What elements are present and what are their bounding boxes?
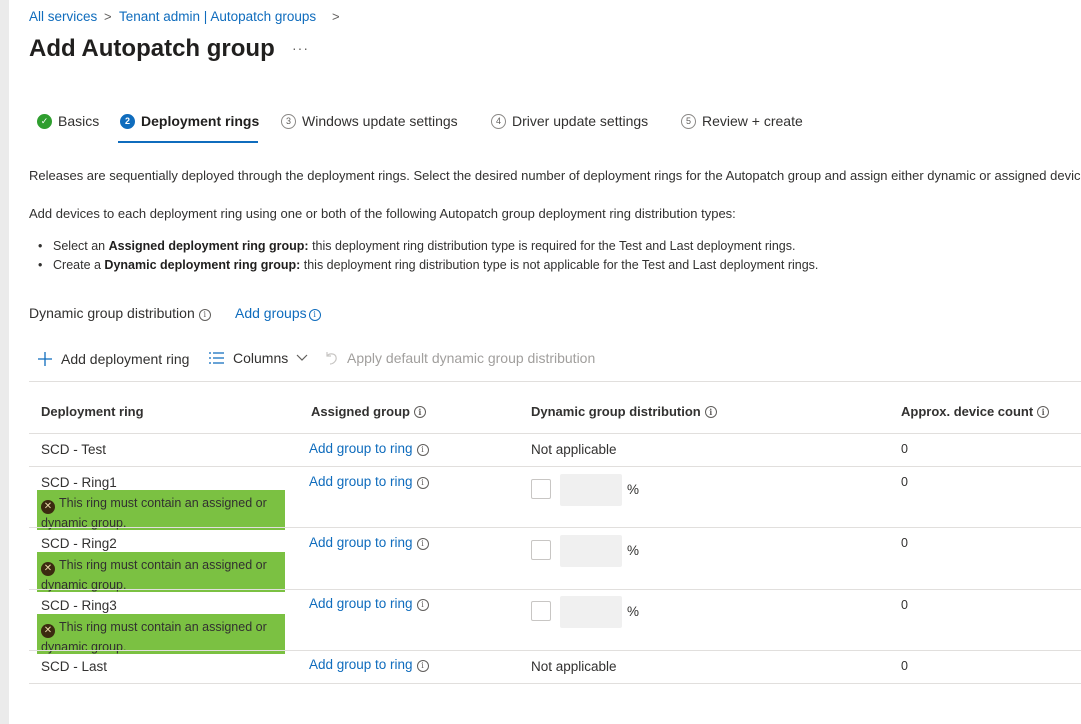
column-header-dynamic-distribution[interactable]: Dynamic group distribution i — [531, 404, 717, 419]
dynamic-distribution-checkbox[interactable] — [531, 601, 551, 621]
tab-basics[interactable]: ✓ Basics — [37, 113, 99, 129]
left-rail — [0, 0, 9, 724]
info-icon[interactable]: i — [416, 443, 429, 456]
add-deployment-ring-button[interactable]: Add deployment ring — [36, 350, 189, 368]
toolbar-divider — [29, 381, 1081, 382]
info-icon[interactable]: i — [308, 308, 321, 321]
page-title: Add Autopatch group — [29, 35, 275, 62]
breadcrumb-all-services[interactable]: All services — [29, 9, 97, 24]
device-count: 0 — [901, 475, 908, 489]
bullet-assigned: Select an Assigned deployment ring group… — [38, 239, 795, 253]
info-icon[interactable]: i — [416, 476, 429, 489]
distribution-percent-input[interactable] — [560, 596, 622, 628]
bullet-dynamic: Create a Dynamic deployment ring group: … — [38, 258, 818, 272]
dynamic-distribution-checkbox[interactable] — [531, 479, 551, 499]
add-group-to-ring-link[interactable]: Add group to ring i — [309, 441, 429, 456]
ring-error-message: ✕ This ring must contain an assigned or d… — [37, 552, 285, 592]
add-devices-text: Add devices to each deployment ring usin… — [29, 206, 736, 221]
distribution-percent-input[interactable] — [560, 535, 622, 567]
add-group-to-ring-link[interactable]: Add group to ring i — [309, 657, 429, 672]
tab-label: Basics — [58, 113, 100, 129]
info-icon[interactable]: i — [413, 406, 426, 418]
tab-label: Windows update settings — [302, 113, 458, 129]
tab-review-create[interactable]: 5 Review + create — [681, 113, 803, 129]
row-divider — [29, 589, 1081, 590]
add-groups-link[interactable]: Add groups i — [235, 305, 321, 321]
step-number-icon: 2 — [120, 113, 135, 129]
info-icon[interactable]: i — [416, 659, 429, 672]
tab-label: Deployment rings — [141, 113, 260, 129]
info-icon[interactable]: i — [704, 406, 717, 418]
step-number-icon: 3 — [281, 113, 296, 129]
ring-name: SCD - Ring2 — [41, 536, 117, 551]
device-count: 0 — [901, 598, 908, 612]
more-options-button[interactable]: ··· — [292, 40, 309, 56]
add-group-to-ring-link[interactable]: Add group to ring i — [309, 474, 429, 489]
chevron-down-icon — [296, 354, 308, 361]
ring-error-message: ✕ This ring must contain an assigned or d… — [37, 490, 285, 530]
step-number-icon: 5 — [681, 113, 696, 129]
check-icon: ✓ — [37, 113, 52, 129]
tab-label: Driver update settings — [512, 113, 649, 129]
column-header-device-count[interactable]: Approx. device count i — [901, 404, 1050, 419]
plus-icon — [38, 352, 52, 366]
device-count: 0 — [901, 659, 908, 673]
column-header-assigned-group[interactable]: Assigned group i — [311, 404, 426, 419]
breadcrumb-autopatch-groups[interactable]: Tenant admin | Autopatch groups — [119, 9, 316, 24]
column-header-deployment-ring[interactable]: Deployment ring — [41, 404, 144, 419]
device-count: 0 — [901, 536, 908, 550]
ring-name: SCD - Ring1 — [41, 475, 117, 490]
ring-name: SCD - Ring3 — [41, 598, 117, 613]
ring-name: SCD - Test — [41, 442, 107, 457]
tab-deployment-rings[interactable]: 2 Deployment rings — [120, 113, 259, 129]
info-icon[interactable]: i — [416, 598, 429, 611]
distribution-percent-input[interactable] — [560, 474, 622, 506]
tab-windows-update-settings[interactable]: 3 Windows update settings — [281, 113, 458, 129]
add-group-to-ring-link[interactable]: Add group to ring i — [309, 535, 429, 550]
header-divider — [29, 433, 1081, 434]
device-count: 0 — [901, 442, 908, 456]
dynamic-distribution-value: Not applicable — [531, 442, 617, 457]
breadcrumb-separator: > — [104, 9, 112, 24]
columns-icon — [209, 352, 224, 364]
info-icon[interactable]: i — [198, 308, 211, 321]
undo-icon — [326, 352, 337, 365]
percent-sign: % — [627, 482, 640, 497]
percent-sign: % — [627, 604, 640, 619]
row-divider — [29, 527, 1081, 528]
add-group-to-ring-link[interactable]: Add group to ring i — [309, 596, 429, 611]
step-number-icon: 4 — [491, 113, 506, 129]
row-divider — [29, 650, 1081, 651]
ring-error-message: ✕ This ring must contain an assigned or d… — [37, 614, 285, 654]
dynamic-group-distribution-label: Dynamic group distribution i — [29, 305, 211, 321]
error-icon: ✕ — [41, 500, 55, 514]
tab-label: Review + create — [702, 113, 803, 129]
intro-text: Releases are sequentially deployed throu… — [29, 168, 1081, 183]
percent-sign: % — [627, 543, 640, 558]
error-icon: ✕ — [41, 624, 55, 638]
breadcrumb-separator: > — [332, 9, 340, 24]
row-divider — [29, 683, 1081, 684]
ring-name: SCD - Last — [41, 659, 108, 674]
dynamic-distribution-value: Not applicable — [531, 659, 617, 674]
columns-button[interactable]: Columns — [208, 350, 308, 366]
dynamic-distribution-checkbox[interactable] — [531, 540, 551, 560]
info-icon[interactable]: i — [1037, 406, 1050, 418]
apply-default-distribution-button[interactable]: Apply default dynamic group distribution — [323, 350, 595, 366]
row-divider — [29, 466, 1081, 467]
error-icon: ✕ — [41, 562, 55, 576]
tab-driver-update-settings[interactable]: 4 Driver update settings — [491, 113, 648, 129]
info-icon[interactable]: i — [416, 537, 429, 550]
active-tab-indicator — [118, 141, 258, 143]
